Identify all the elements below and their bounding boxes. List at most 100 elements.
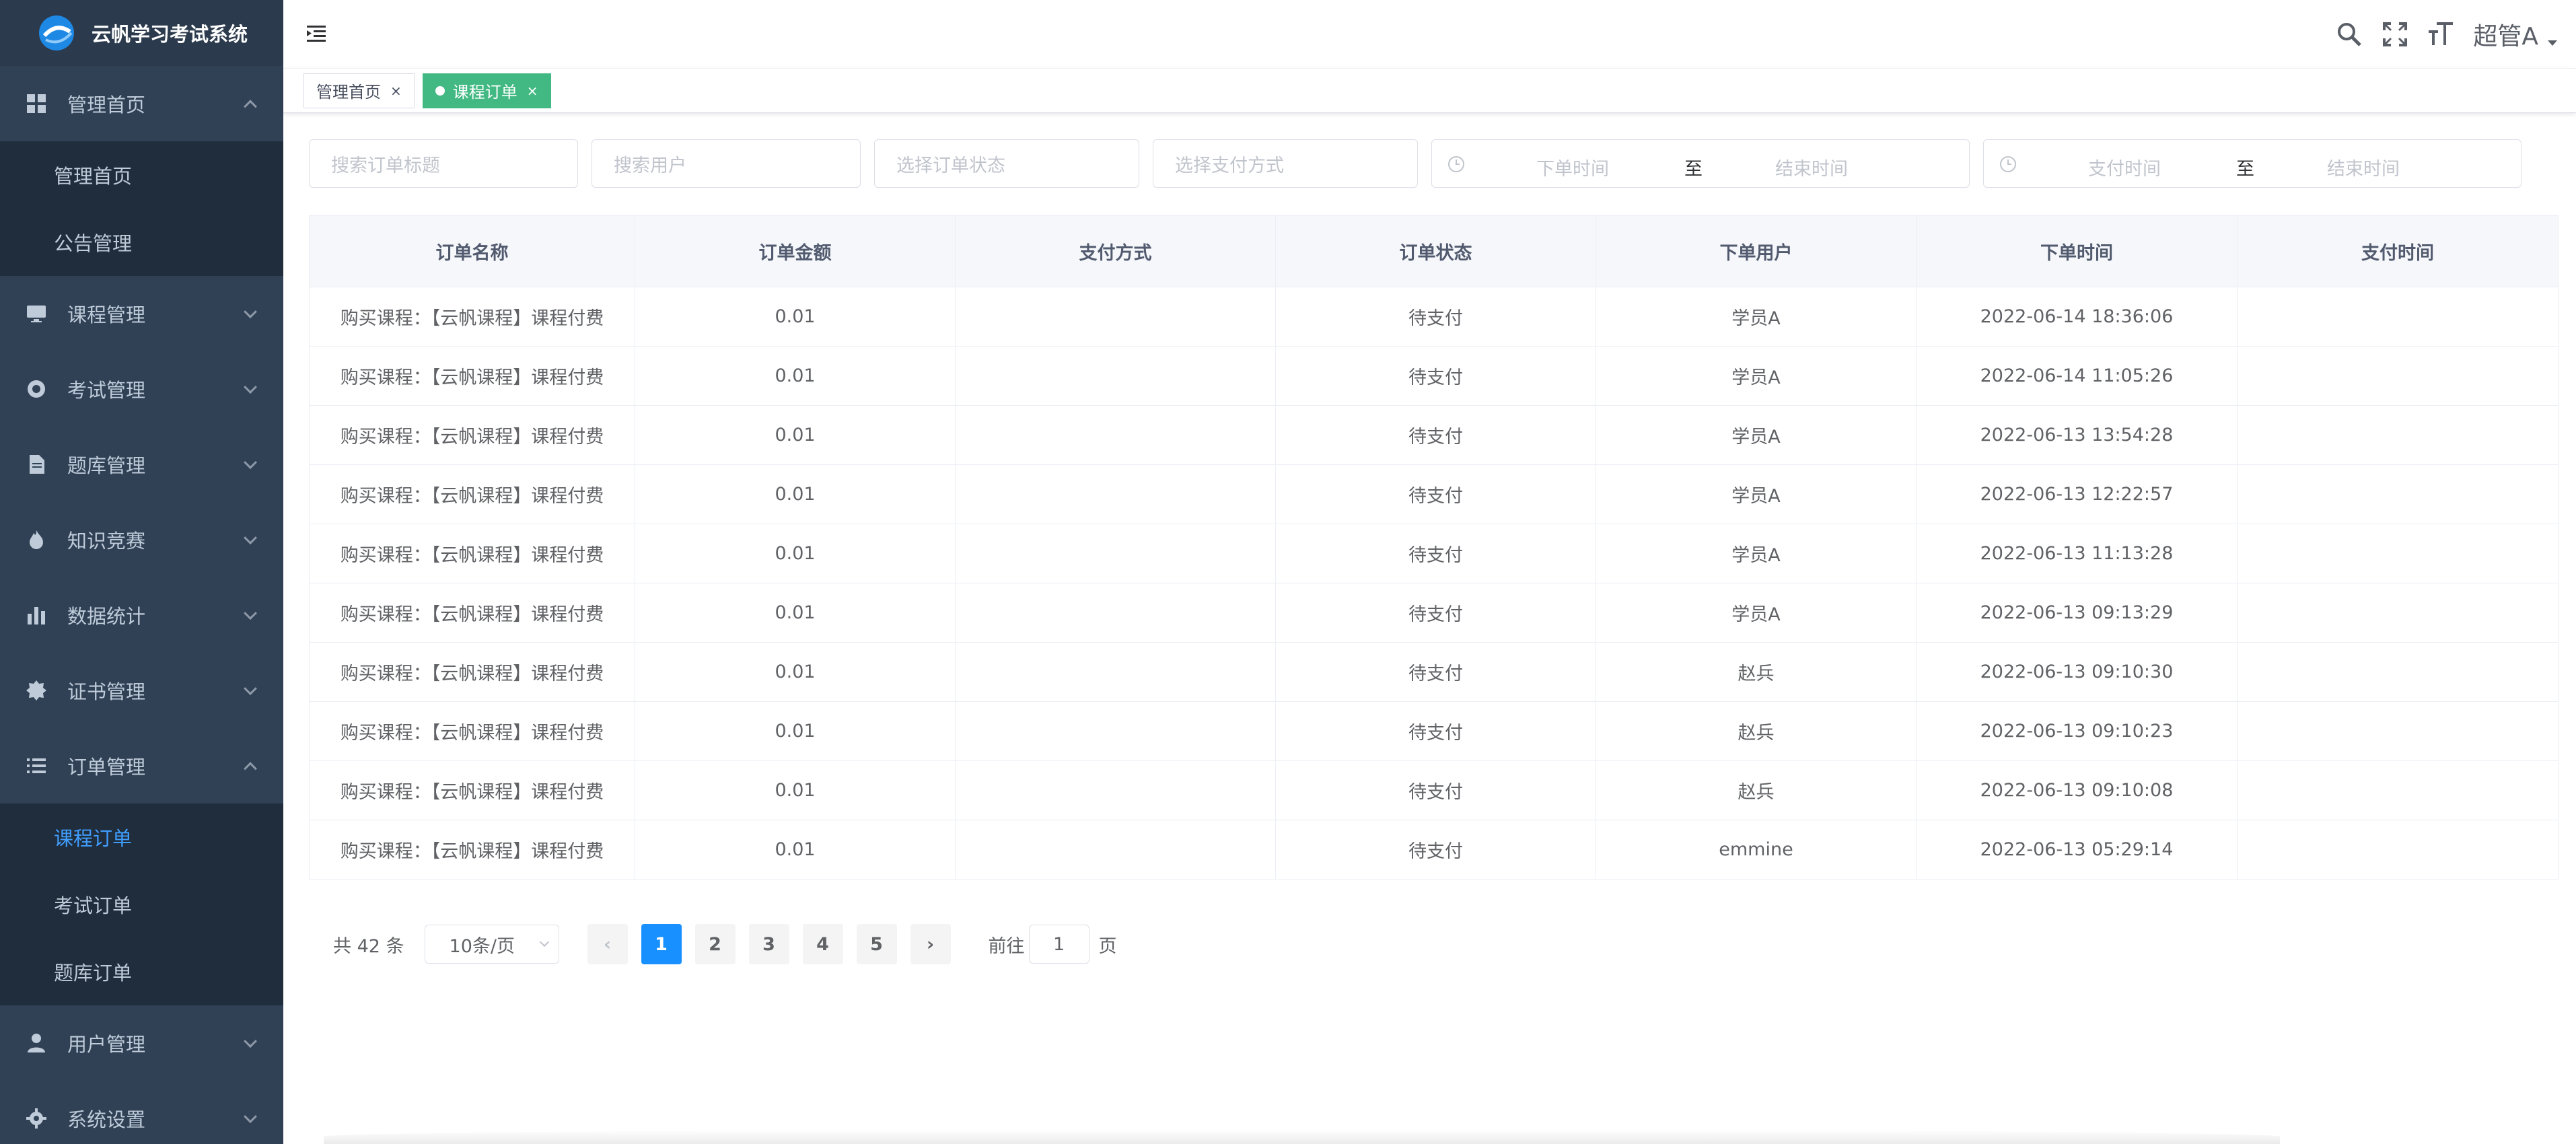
page-button[interactable]: 3 <box>748 924 789 964</box>
table-row[interactable]: 购买课程：【云帆课程】课程付费 0.01 待支付 学员A 2022-06-13 12:2… <box>309 464 2559 524</box>
table-cell: 购买课程：【云帆课程】课程付费 <box>309 701 635 761</box>
jump-page-input[interactable]: 1 <box>1028 925 1089 964</box>
sidebar-item-label: 知识竞赛 <box>67 530 146 552</box>
column-header[interactable]: 下单用户 <box>1596 215 1917 287</box>
table-cell: 0.01 <box>635 642 956 702</box>
table-row[interactable]: 购买课程：【云帆课程】课程付费 0.01 待支付 学员A 2022-06-13 13:5… <box>309 405 2559 465</box>
table-cell: 0.01 <box>635 583 956 643</box>
table-cell <box>955 701 1276 761</box>
table-row[interactable]: 购买课程：【云帆课程】课程付费 0.01 待支付 学员A 2022-06-13 09:1… <box>309 583 2559 643</box>
order-status-select[interactable]: 选择订单状态 <box>874 139 1139 188</box>
sidebar-item-contest[interactable]: 知识竞赛 <box>0 502 283 577</box>
brand[interactable]: 云帆学习考试系统 <box>0 0 283 66</box>
sidebar-item-orders[interactable]: 订单管理 <box>0 728 283 803</box>
font-size-icon[interactable] <box>2427 21 2454 48</box>
chevron-down-icon <box>539 937 549 948</box>
page-button[interactable]: 4 <box>802 924 843 964</box>
chevron-down-icon <box>244 682 257 696</box>
order-time-start[interactable]: 下单时间 <box>1536 154 1609 180</box>
sidebar-item-course[interactable]: 课程管理 <box>0 276 283 351</box>
table-cell: 购买课程：【云帆课程】课程付费 <box>309 820 635 880</box>
jump-suffix: 页 <box>1098 935 1117 957</box>
table-row[interactable]: 购买课程：【云帆课程】课程付费 0.01 待支付 学员A 2022-06-13 11:1… <box>309 524 2559 583</box>
pay-time-end[interactable]: 结束时间 <box>2327 154 2400 180</box>
table-row[interactable]: 购买课程：【云帆课程】课程付费 0.01 待支付 赵兵 2022-06-13 09:10… <box>309 760 2559 820</box>
chevron-down-icon <box>244 606 257 620</box>
pay-time-range[interactable]: 支付时间 至 结束时间 <box>1983 139 2521 188</box>
page-size-select[interactable]: 10条/页 <box>424 925 559 964</box>
table-cell <box>955 820 1276 880</box>
table-cell <box>2237 524 2559 583</box>
sidebar-subitem-notice[interactable]: 公告管理 <box>0 209 283 276</box>
table-row[interactable]: 购买课程：【云帆课程】课程付费 0.01 待支付 emmine 2022-06-13 0… <box>309 820 2559 880</box>
tags-view: 管理首页 × 课程订单 × <box>283 69 2576 113</box>
payment-method-select[interactable]: 选择支付方式 <box>1153 139 1418 188</box>
column-header[interactable]: 订单状态 <box>1275 215 1596 287</box>
caret-down-icon[interactable] <box>2548 40 2557 46</box>
filter-bar: 搜索订单标题 搜索用户 选择订单状态 选择支付方式 下单时间 至 结束时间 支付… <box>309 139 2556 189</box>
table-cell: 购买课程：【云帆课程】课程付费 <box>309 642 635 702</box>
table-cell <box>955 642 1276 702</box>
column-header[interactable]: 下单时间 <box>1916 215 2238 287</box>
column-header[interactable]: 支付方式 <box>955 215 1276 287</box>
table-cell: 2022-06-13 09:10:23 <box>1916 701 2238 761</box>
column-header[interactable]: 支付时间 <box>2237 215 2559 287</box>
gear-icon <box>26 1108 46 1129</box>
chevron-up-icon <box>244 100 257 114</box>
table-cell <box>955 464 1276 524</box>
order-title-search-input[interactable]: 搜索订单标题 <box>309 139 578 188</box>
chevron-up-icon <box>244 762 257 776</box>
tag-course-orders[interactable]: 课程订单 × <box>422 73 551 108</box>
tag-dashboard[interactable]: 管理首页 × <box>303 73 415 108</box>
table-cell: 学员A <box>1596 405 1917 465</box>
navbar-right: 超管A <box>2336 0 2576 69</box>
sidebar-item-users[interactable]: 用户管理 <box>0 1005 283 1081</box>
sidebar-item-statistics[interactable]: 数据统计 <box>0 577 283 653</box>
sidebar-item-label: 订单管理 <box>67 756 146 779</box>
table-cell: 学员A <box>1596 346 1917 406</box>
sidebar-item-question-bank[interactable]: 题库管理 <box>0 427 283 502</box>
sidebar-item-label: 数据统计 <box>67 605 146 628</box>
tag-label: 课程订单 <box>452 83 517 102</box>
orders-table-wrap: 订单名称 订单金额 支付方式 订单状态 下单用户 下单时间 支付时间 购买课程：… <box>309 215 2559 880</box>
sidebar-subitem-course-orders[interactable]: 课程订单 <box>0 803 283 871</box>
next-page-button[interactable]: › <box>910 924 951 964</box>
close-icon[interactable]: × <box>390 83 402 99</box>
order-time-range[interactable]: 下单时间 至 结束时间 <box>1431 139 1970 188</box>
sidebar-subitem-home[interactable]: 管理首页 <box>0 141 283 209</box>
table-cell: emmine <box>1596 820 1917 880</box>
table-cell: 购买课程：【云帆课程】课程付费 <box>309 405 635 465</box>
table-cell <box>955 583 1276 643</box>
chevron-down-icon <box>244 456 257 470</box>
orders-table: 订单名称 订单金额 支付方式 订单状态 下单用户 下单时间 支付时间 购买课程：… <box>309 215 2559 880</box>
hamburger-icon[interactable] <box>306 22 330 46</box>
close-icon[interactable]: × <box>527 83 538 99</box>
sidebar-item-dashboard[interactable]: 管理首页 <box>0 66 283 141</box>
page-button[interactable]: 5 <box>856 924 897 964</box>
user-icon <box>28 1034 45 1052</box>
page-button[interactable]: 2 <box>694 924 736 964</box>
submenu-orders: 课程订单 考试订单 题库订单 <box>0 803 283 1005</box>
user-name[interactable]: 超管A <box>2473 17 2538 52</box>
sidebar-subitem-exam-orders[interactable]: 考试订单 <box>0 871 283 938</box>
sidebar-item-certificate[interactable]: 证书管理 <box>0 653 283 728</box>
table-cell: 2022-06-13 12:22:57 <box>1916 464 2238 524</box>
search-icon[interactable] <box>2336 21 2363 48</box>
fullscreen-icon[interactable] <box>2382 21 2408 48</box>
sidebar-item-exam[interactable]: 考试管理 <box>0 351 283 427</box>
sidebar-subitem-bank-orders[interactable]: 题库订单 <box>0 938 283 1005</box>
order-time-end[interactable]: 结束时间 <box>1775 154 1848 180</box>
table-cell: 赵兵 <box>1596 701 1917 761</box>
pay-time-start[interactable]: 支付时间 <box>2088 154 2161 180</box>
sidebar: 云帆学习考试系统 管理首页 管理首页 公告管理 课程管理 考试管理 题库管理 知… <box>0 0 283 1144</box>
table-row[interactable]: 购买课程：【云帆课程】课程付费 0.01 待支付 赵兵 2022-06-13 09:10… <box>309 701 2559 761</box>
column-header[interactable]: 订单名称 <box>309 215 635 287</box>
table-row[interactable]: 购买课程：【云帆课程】课程付费 0.01 待支付 赵兵 2022-06-13 09:10… <box>309 642 2559 702</box>
column-header[interactable]: 订单金额 <box>635 215 956 287</box>
sidebar-item-settings[interactable]: 系统设置 <box>0 1081 283 1144</box>
prev-page-button[interactable]: ‹ <box>587 924 628 964</box>
table-row[interactable]: 购买课程：【云帆课程】课程付费 0.01 待支付 学员A 2022-06-14 18:3… <box>309 287 2559 347</box>
page-button[interactable]: 1 <box>641 924 682 964</box>
table-row[interactable]: 购买课程：【云帆课程】课程付费 0.01 待支付 学员A 2022-06-14 11:0… <box>309 346 2559 406</box>
user-search-input[interactable]: 搜索用户 <box>592 139 861 188</box>
